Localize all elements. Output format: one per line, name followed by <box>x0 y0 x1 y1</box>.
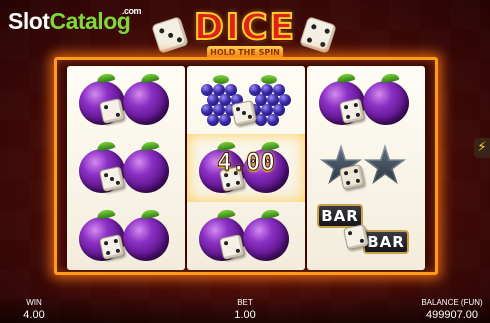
plum-icon <box>123 81 169 125</box>
dice-icon <box>98 97 126 125</box>
leaf-icon <box>96 208 116 220</box>
plum-icon <box>243 217 289 261</box>
reel-cell <box>67 134 185 202</box>
dice-icon <box>98 165 126 193</box>
reels-frame: 4.00 BAR BAR <box>54 57 438 275</box>
plum-icon <box>123 217 169 261</box>
dice-icon <box>338 97 366 125</box>
win-value: 4.00 <box>23 309 45 321</box>
bet-value: 1.00 <box>234 309 256 321</box>
leaf-icon <box>216 208 236 220</box>
game-logo: DICE HOLD THE SPIN <box>151 7 337 60</box>
reel-cell <box>187 66 305 134</box>
bet-display[interactable]: BET 1.00 <box>224 298 266 322</box>
reel-2: 4.00 <box>187 66 305 270</box>
brand-part-2: Catalog <box>49 8 131 34</box>
reel-cell <box>67 66 185 134</box>
lightning-icon[interactable]: ⚡ <box>474 138 490 158</box>
leaf-icon <box>96 72 116 84</box>
leaf-icon <box>140 140 160 152</box>
reel-cell <box>307 66 425 134</box>
balance-label: BALANCE (FUN) <box>421 298 483 307</box>
reel-cell <box>67 202 185 270</box>
bar-symbol: BAR <box>363 230 409 254</box>
reel-cell: 4.00 <box>187 134 305 202</box>
dice-icon <box>338 163 366 191</box>
reel-cell <box>187 202 305 270</box>
reel-3: BAR BAR <box>307 66 425 270</box>
leaf-icon <box>140 72 160 84</box>
win-amount-overlay: 4.00 <box>217 148 276 177</box>
leaf-icon <box>260 208 280 220</box>
leaf-icon <box>380 72 400 84</box>
bet-label: BET <box>237 298 253 307</box>
leaf-icon <box>140 208 160 220</box>
leaf-icon <box>96 140 116 152</box>
dice-icon <box>98 233 126 261</box>
balance-value: 499907.00 <box>426 309 478 321</box>
dice-icon <box>230 99 258 127</box>
balance-display: BALANCE (FUN) 499907.00 <box>416 298 488 322</box>
win-display: WIN 4.00 <box>14 298 54 322</box>
bar-symbol: BAR <box>317 204 363 228</box>
plum-icon <box>123 149 169 193</box>
reel-1 <box>67 66 185 270</box>
leaf-icon <box>336 72 356 84</box>
reel-cell: BAR BAR <box>307 202 425 270</box>
reel-cell <box>307 134 425 202</box>
brand-part-1: Slot <box>8 8 50 34</box>
dice-icon <box>342 223 370 251</box>
logo-title: DICE <box>193 7 297 49</box>
brand-suffix: .com <box>122 6 142 16</box>
brand-watermark: SlotCatalog .com <box>8 6 142 35</box>
dice-icon <box>218 233 246 261</box>
game-stage: SlotCatalog .com DICE HOLD THE SPIN 4.00… <box>0 0 490 323</box>
plum-icon <box>363 81 409 125</box>
logo-die-left-icon <box>151 16 189 54</box>
win-label: WIN <box>26 298 42 307</box>
